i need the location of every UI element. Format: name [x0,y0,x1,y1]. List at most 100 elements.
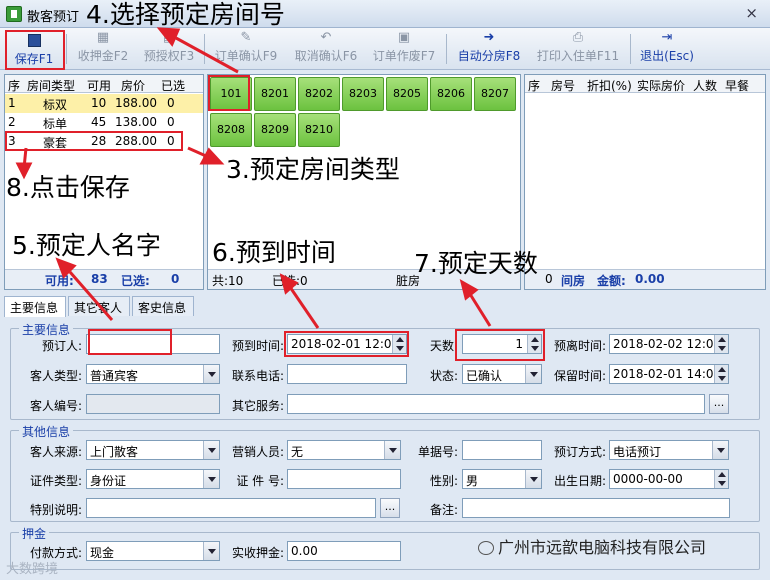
received-deposit-label: 实收押金: [231,546,284,560]
tab-guest-history[interactable]: 客史信息 [132,296,194,316]
toolbar: 保存F1 ▦ 收押金F2 ▤ 预授权F3 ✎ 订单确认F9 ↶ 取消确认F6 ▣… [0,28,770,70]
print-checkin-button[interactable]: ⎙ 打印入住单F11 [530,30,626,68]
special-input[interactable] [86,498,376,518]
birth-input[interactable]: 0000-00-00 [609,469,729,489]
exit-button[interactable]: ⇥ 退出(Esc) [636,30,698,68]
preauth-icon: ▤ [162,30,176,45]
received-deposit-input[interactable]: 0.00 [287,541,401,561]
phone-input[interactable] [287,364,407,384]
annotation-arrive-time: 6.预到时间 [212,238,336,267]
chevron-down-icon[interactable] [525,470,541,488]
selected-room-panel: 序 房号 折扣(%) 实际房价 人数 早餐 0 间房 金额: 0.00 [524,74,766,290]
selected-room-status: 0 间房 金额: 0.00 [525,269,765,289]
auto-assign-button[interactable]: ➜ 自动分房F8 [452,30,526,68]
annotation-days: 7.预定天数 [414,249,538,278]
order-void-button[interactable]: ▣ 订单作废F7 [368,30,440,68]
room-button[interactable]: 8202 [298,77,340,111]
room-type-row[interactable]: 1 标双 10 188.00 0 [5,94,203,113]
doc-no-input[interactable] [462,440,542,460]
order-confirm-button[interactable]: ✎ 订单确认F9 [208,30,284,68]
arrive-time-label: 预到时间: [231,339,284,353]
annotation-click-save: 8.点击保存 [6,173,130,202]
deposit-title: 押金 [19,525,50,542]
guest-type-label: 客人类型: [29,369,82,383]
toolbar-separator [446,34,447,64]
guest-no-label: 客人编号: [29,399,82,413]
keep-time-input[interactable]: 2018-02-01 14:00 [609,364,729,384]
deposit-button[interactable]: ▦ 收押金F2 [72,30,134,68]
room-type-row[interactable]: 2 标单 45 138.00 0 [5,113,203,132]
other-service-input[interactable] [287,394,705,414]
print-icon: ⎙ [572,30,584,45]
state-select[interactable]: 已确认 [462,364,542,384]
room-button[interactable]: 8208 [210,113,252,147]
save-button[interactable]: 保存F1 [6,30,62,68]
tab-main-info[interactable]: 主要信息 [4,296,66,317]
gender-label: 性别: [429,474,458,488]
remark-input[interactable] [462,498,730,518]
sales-select[interactable]: 无 [287,440,401,460]
special-browse-button[interactable]: ... [380,498,400,518]
days-input[interactable]: 1 [462,334,542,354]
spinner-icon[interactable] [392,335,406,353]
void-icon: ▣ [397,30,411,45]
id-no-input[interactable] [287,469,401,489]
source-select[interactable]: 上门散客 [86,440,220,460]
arrive-time-input[interactable]: 2018-02-01 12:00 [287,334,407,354]
birth-label: 出生日期: [553,474,606,488]
room-button[interactable]: 8206 [430,77,472,111]
spinner-icon[interactable] [714,470,728,488]
spinner-icon[interactable] [527,335,541,353]
chevron-down-icon[interactable] [203,470,219,488]
room-button[interactable]: 8207 [474,77,516,111]
sales-label: 营销人员: [231,445,284,459]
close-icon[interactable]: × [745,4,758,22]
selected-room-header: 序 房号 折扣(%) 实际房价 人数 早餐 [525,75,765,93]
other-service-label: 其它服务: [231,399,284,413]
company-watermark: 广州市远歆电脑科技有限公司 [478,534,706,558]
doc-no-label: 单据号: [417,445,458,459]
guest-type-select[interactable]: 普通宾客 [86,364,220,384]
chevron-down-icon[interactable] [203,365,219,383]
chevron-down-icon[interactable] [525,365,541,383]
leave-time-input[interactable]: 2018-02-02 12:00 [609,334,729,354]
room-button[interactable]: 8201 [254,77,296,111]
booker-input[interactable] [86,334,220,354]
auto-assign-icon: ➜ [483,30,495,45]
spinner-icon[interactable] [714,335,728,353]
main-info-title: 主要信息 [19,321,74,338]
spinner-icon[interactable] [714,365,728,383]
chevron-down-icon[interactable] [712,441,728,459]
room-button[interactable]: 8203 [342,77,384,111]
guest-no-input [86,394,220,414]
room-button[interactable]: 8205 [386,77,428,111]
pay-method-select[interactable]: 现金 [86,541,220,561]
chevron-down-icon[interactable] [203,441,219,459]
tab-other-guests[interactable]: 其它客人 [68,296,130,316]
wechat-icon [478,541,494,555]
arrow-line [468,293,492,327]
gender-select[interactable]: 男 [462,469,542,489]
room-button[interactable]: 8209 [254,113,296,147]
keep-time-label: 保留时间: [553,369,606,383]
room-type-header: 序 房间类型 可用 房价 已选 [5,75,203,93]
arrow-line [288,286,320,329]
save-icon [27,34,41,47]
room-button[interactable]: 101 [210,77,252,111]
annotation-select-room: 4.选择预定房间号 [86,0,285,29]
toolbar-separator [66,34,67,64]
chevron-down-icon[interactable] [203,542,219,560]
cancel-confirm-button[interactable]: ↶ 取消确认F6 [288,30,364,68]
room-button[interactable]: 8210 [298,113,340,147]
id-type-select[interactable]: 身份证 [86,469,220,489]
chevron-down-icon[interactable] [384,441,400,459]
booker-label: 预订人: [41,339,82,353]
leave-time-label: 预离时间: [553,339,606,353]
confirm-icon: ✎ [240,30,252,45]
undo-icon: ↶ [320,30,332,45]
other-service-browse-button[interactable]: ... [709,394,729,414]
book-method-select[interactable]: 电话预订 [609,440,729,460]
phone-label: 联系电话: [231,369,284,383]
room-type-row[interactable]: 3 豪套 28 288.00 0 [5,132,203,151]
preauth-button[interactable]: ▤ 预授权F3 [138,30,200,68]
